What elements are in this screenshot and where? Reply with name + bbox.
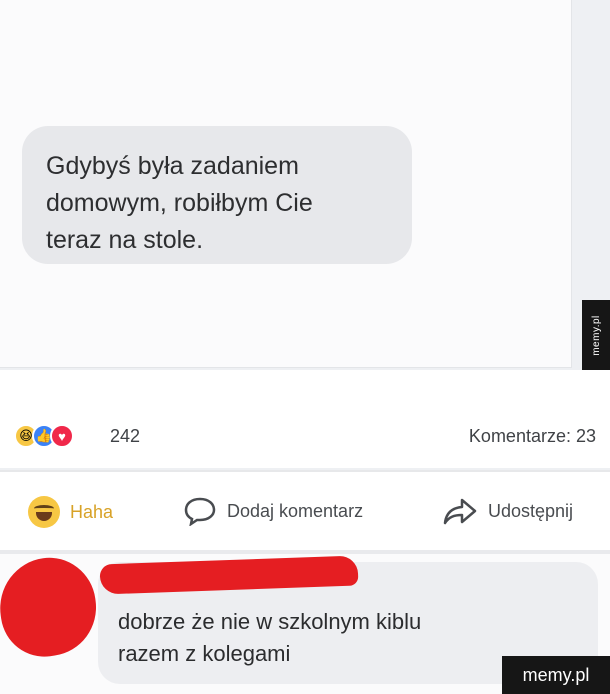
share-button[interactable]: Udostępnij	[442, 496, 573, 526]
comment-line: dobrze że nie w szkolnym kiblu	[118, 609, 422, 634]
share-label: Udostępnij	[488, 500, 574, 521]
message-line: domowym, robiłbym Cie	[46, 189, 313, 217]
bottom-watermark: memy.pl	[502, 656, 610, 694]
haha-button[interactable]: Haha	[28, 496, 113, 528]
comment-count[interactable]: Komentarze: 23	[469, 426, 596, 447]
redacted-avatar	[0, 551, 103, 663]
chat-panel: Gdybyś była zadaniem domowym, robiłbym C…	[0, 0, 572, 368]
action-bar: Haha Dodaj komentarz Udostępnij	[0, 472, 610, 550]
message-line: Gdybyś była zadaniem	[46, 152, 299, 180]
add-comment-label: Dodaj komentarz	[227, 500, 364, 521]
haha-button-label: Haha	[70, 501, 114, 522]
haha-icon	[28, 496, 60, 528]
screen: Gdybyś była zadaniem domowym, robiłbym C…	[0, 0, 610, 694]
add-comment-button[interactable]: Dodaj komentarz	[183, 496, 363, 526]
side-watermark: memy.pl	[582, 300, 610, 370]
reaction-count[interactable]: 242	[110, 426, 140, 447]
share-icon	[442, 496, 478, 526]
love-icon: ♥	[50, 424, 74, 448]
reaction-icons[interactable]: 😆 👍 ♥	[14, 424, 74, 448]
message-line: teraz na stole.	[46, 226, 204, 254]
received-message-bubble: Gdybyś była zadaniem domowym, robiłbym C…	[22, 126, 412, 264]
side-watermark-text: memy.pl	[590, 314, 602, 356]
comment-icon	[183, 496, 217, 526]
reactions-row: 😆 👍 ♥ 242 Komentarze: 23	[0, 370, 610, 468]
